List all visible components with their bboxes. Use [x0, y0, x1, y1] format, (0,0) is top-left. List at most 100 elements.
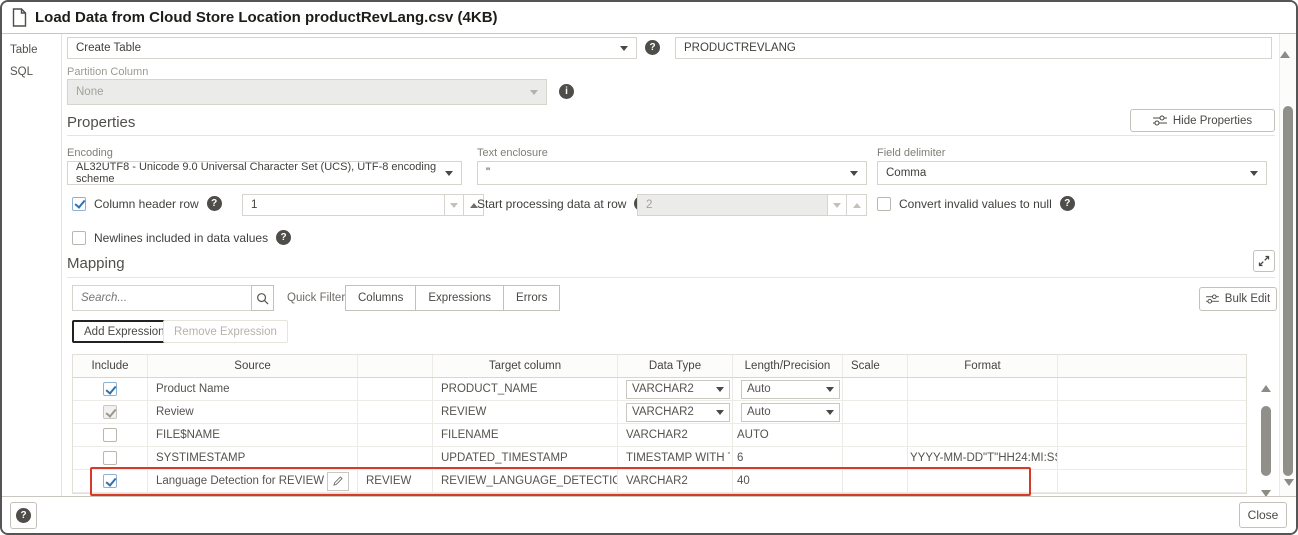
target-column-cell: UPDATED_TIMESTAMP [433, 447, 618, 469]
scrollbar-thumb[interactable] [1283, 106, 1293, 476]
option-select[interactable]: Create Table [67, 37, 637, 59]
scale-cell [843, 378, 908, 400]
bulk-edit-button[interactable]: Bulk Edit [1199, 287, 1277, 311]
col-include[interactable]: Include [73, 355, 148, 377]
col-target[interactable]: Target column [433, 355, 618, 377]
field-delimiter-select[interactable]: Comma [877, 161, 1267, 185]
help-icon[interactable]: ? [207, 196, 222, 211]
chevron-down-icon [850, 171, 858, 176]
hide-properties-button[interactable]: Hide Properties [1130, 109, 1275, 132]
help-icon[interactable]: ? [276, 230, 291, 245]
expression-cell [358, 424, 433, 446]
length-precision-cell: Auto [733, 378, 843, 400]
bulk-edit-label: Bulk Edit [1225, 293, 1270, 305]
stepper-down-button[interactable] [827, 194, 847, 216]
newlines-checkbox[interactable] [72, 231, 86, 245]
data-type-cell: VARCHAR2 [618, 401, 733, 423]
remove-expression-button[interactable]: Remove Expression [163, 320, 288, 343]
stepper-down-button[interactable] [444, 194, 464, 216]
properties-heading: Properties [67, 114, 135, 131]
length-precision-cell: Auto [733, 401, 843, 423]
table-name-input[interactable] [675, 37, 1272, 59]
col-blank[interactable] [358, 355, 433, 377]
newlines-label: Newlines included in data values [94, 231, 268, 245]
sidebar-item-sql[interactable]: SQL [2, 56, 61, 78]
length-precision-cell: 40 [733, 470, 843, 492]
target-column-cell: FILENAME [433, 424, 618, 446]
include-cell [73, 424, 148, 446]
column-header-row-checkbox[interactable] [72, 197, 86, 211]
sidebar-item-table[interactable]: Table [2, 34, 61, 56]
data-type-cell: VARCHAR2 [618, 378, 733, 400]
column-header-row-label: Column header row [94, 197, 199, 211]
include-checkbox[interactable] [103, 405, 117, 419]
help-button[interactable]: ? [10, 502, 37, 529]
col-data-type[interactable]: Data Type [618, 355, 733, 377]
include-cell [73, 470, 148, 492]
encoding-select[interactable]: AL32UTF8 - Unicode 9.0 Universal Charact… [67, 161, 462, 185]
column-header-row-input[interactable] [242, 194, 444, 216]
length-precision-cell: 6 [733, 447, 843, 469]
partition-column-select[interactable]: None [67, 79, 547, 105]
include-cell [73, 378, 148, 400]
source-cell: Language Detection for REVIEW [148, 470, 358, 492]
scale-cell [843, 447, 908, 469]
include-checkbox[interactable] [103, 382, 117, 396]
col-format[interactable]: Format [908, 355, 1058, 377]
encoding-value: AL32UTF8 - Unicode 9.0 Universal Charact… [76, 161, 445, 185]
chevron-down-icon [450, 203, 458, 208]
filter-expressions-button[interactable]: Expressions [415, 285, 504, 311]
include-cell [73, 447, 148, 469]
include-checkbox[interactable] [103, 428, 117, 442]
source-cell: Review [148, 401, 358, 423]
text-enclosure-select[interactable]: " [477, 161, 867, 185]
stepper-up-button[interactable] [847, 194, 867, 216]
add-expression-button[interactable]: Add Expression [72, 320, 177, 343]
scrollbar-thumb[interactable] [1261, 406, 1271, 476]
help-icon: ? [16, 508, 31, 523]
col-length[interactable]: Length/Precision [733, 355, 843, 377]
edit-expression-icon[interactable] [327, 472, 349, 491]
format-cell [908, 401, 1058, 423]
start-processing-stepper [637, 194, 867, 216]
cell-dropdown[interactable]: Auto [741, 380, 840, 399]
document-icon [12, 8, 27, 27]
expression-cell [358, 378, 433, 400]
help-icon[interactable]: ? [1060, 196, 1075, 211]
help-icon[interactable]: ? [645, 40, 660, 55]
close-button[interactable]: Close [1239, 502, 1287, 528]
expression-cell [358, 447, 433, 469]
expand-icon[interactable] [1253, 250, 1275, 272]
target-column-cell: PRODUCT_NAME [433, 378, 618, 400]
dialog-title: Load Data from Cloud Store Location prod… [35, 9, 498, 26]
format-cell [908, 470, 1058, 492]
partition-column-value: None [76, 86, 104, 98]
text-enclosure-label: Text enclosure [477, 147, 548, 159]
source-cell: Product Name [148, 378, 358, 400]
col-scale[interactable]: Scale [843, 355, 908, 377]
chevron-down-icon [833, 203, 841, 208]
cell-dropdown[interactable]: Auto [741, 403, 840, 422]
include-checkbox[interactable] [103, 451, 117, 465]
search-input[interactable] [72, 285, 252, 311]
chevron-down-icon [530, 90, 538, 95]
scroll-up-icon[interactable] [1280, 34, 1290, 58]
load-data-dialog: Load Data from Cloud Store Location prod… [0, 0, 1298, 535]
search-icon[interactable] [251, 285, 274, 311]
start-processing-input[interactable] [637, 194, 827, 216]
format-cell [908, 424, 1058, 446]
cell-dropdown[interactable]: VARCHAR2 [626, 380, 730, 399]
scale-cell [843, 401, 908, 423]
convert-invalid-checkbox[interactable] [877, 197, 891, 211]
length-precision-cell: AUTO [733, 424, 843, 446]
cell-dropdown[interactable]: VARCHAR2 [626, 403, 730, 422]
table-row: SYSTIMESTAMPUPDATED_TIMESTAMPTIMESTAMP W… [73, 447, 1246, 470]
chevron-up-icon [853, 203, 861, 208]
info-icon[interactable]: i [559, 84, 574, 99]
filter-columns-button[interactable]: Columns [345, 285, 416, 311]
col-source[interactable]: Source [148, 355, 358, 377]
scroll-up-icon[interactable] [1261, 385, 1271, 392]
scroll-down-icon[interactable] [1284, 479, 1294, 486]
include-checkbox[interactable] [103, 474, 117, 488]
filter-errors-button[interactable]: Errors [503, 285, 560, 311]
